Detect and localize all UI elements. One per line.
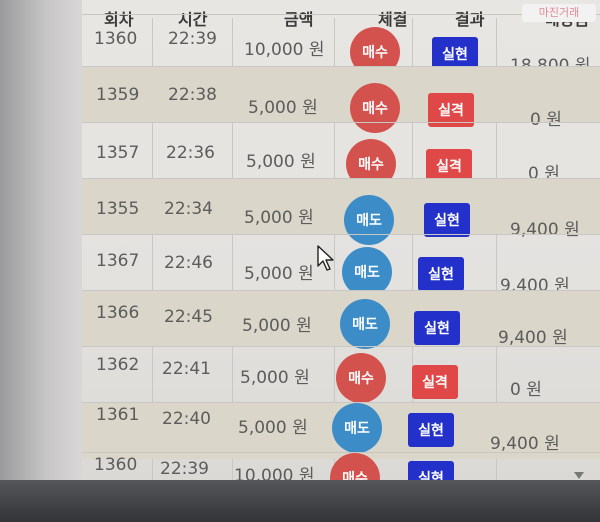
cell-payout: 9,400 원 xyxy=(490,434,560,454)
cell-round: 1367 xyxy=(96,251,140,271)
screen-bezel-left xyxy=(0,0,82,522)
execution-sell-badge: 매도 xyxy=(340,299,390,349)
cell-amount: 10,000 원 xyxy=(244,40,325,60)
table-row[interactable]: 1357 22:36 5,000 원 매수 실격 0 원 xyxy=(82,122,600,189)
mouse-cursor-icon xyxy=(317,245,334,271)
cell-payout: 9,400 원 xyxy=(498,328,568,348)
cell-amount: 5,000 원 xyxy=(244,264,314,284)
screen-bezel-bottom xyxy=(0,480,600,522)
cell-round: 1355 xyxy=(96,199,140,219)
cell-time: 22:40 xyxy=(162,409,211,429)
cell-time: 22:45 xyxy=(164,307,213,327)
cell-amount: 5,000 원 xyxy=(246,152,316,172)
cell-time: 22:41 xyxy=(162,359,211,379)
cell-round: 1359 xyxy=(96,85,140,105)
cell-time: 22:39 xyxy=(168,29,217,49)
table-row[interactable]: 1361 22:40 5,000 원 매도 실현 9,400 원 xyxy=(82,402,600,459)
cell-time: 22:34 xyxy=(164,199,213,219)
execution-buy-badge: 매수 xyxy=(330,453,380,483)
cell-amount: 5,000 원 xyxy=(244,208,314,228)
table-row[interactable]: 1362 22:41 5,000 원 매수 실격 0 원 xyxy=(82,346,600,403)
bet-history-table: 회차 시간 금액 체결 결과 배당금 1360 22:39 10,000 원 매… xyxy=(82,0,600,483)
cell-amount: 5,000 원 xyxy=(242,316,312,336)
cell-amount: 5,000 원 xyxy=(240,368,310,388)
execution-sell-badge: 매도 xyxy=(332,403,382,453)
cell-time: 22:38 xyxy=(168,85,217,105)
cell-round: 1361 xyxy=(96,405,140,425)
result-realized-badge: 실현 xyxy=(424,203,470,237)
execution-buy-badge: 매수 xyxy=(336,353,386,403)
table-row[interactable]: 1355 22:34 5,000 원 매도 실현 9,400 원 xyxy=(82,178,600,245)
result-realized-badge: 실현 xyxy=(408,413,454,447)
cell-round: 1357 xyxy=(96,143,140,163)
cell-time: 22:39 xyxy=(160,459,209,479)
table-row[interactable]: 1360 22:39 10,000 원 매수 실현 18,800 원 xyxy=(82,452,600,483)
scroll-down-arrow-icon[interactable] xyxy=(574,472,584,479)
monitor-screen: 회차 시간 금액 체결 결과 배당금 1360 22:39 10,000 원 매… xyxy=(0,0,600,522)
cell-amount: 5,000 원 xyxy=(238,418,308,438)
cell-round: 1366 xyxy=(96,303,140,323)
table-row[interactable]: 1359 22:38 5,000 원 매수 실격 0 원 xyxy=(82,66,600,133)
cell-amount: 5,000 원 xyxy=(248,98,318,118)
cell-round: 1360 xyxy=(94,455,138,475)
cell-time: 22:36 xyxy=(166,143,215,163)
result-realized-badge: 실현 xyxy=(414,311,460,345)
cell-round: 1362 xyxy=(96,355,140,375)
result-realized-badge: 실현 xyxy=(418,257,464,291)
watermark-logo: 마진거래 xyxy=(522,4,596,22)
table-row[interactable]: 1367 22:46 5,000 원 매도 실현 9,400 원 xyxy=(82,234,600,297)
cell-round: 1360 xyxy=(94,29,138,49)
table-row[interactable]: 1366 22:45 5,000 원 매도 실현 9,400 원 xyxy=(82,290,600,349)
result-disqualified-badge: 실격 xyxy=(412,365,458,399)
cell-time: 22:46 xyxy=(164,253,213,273)
cell-payout: 0 원 xyxy=(510,380,542,400)
table-row[interactable]: 1360 22:39 10,000 원 매수 실현 18,800 원 xyxy=(82,14,600,77)
